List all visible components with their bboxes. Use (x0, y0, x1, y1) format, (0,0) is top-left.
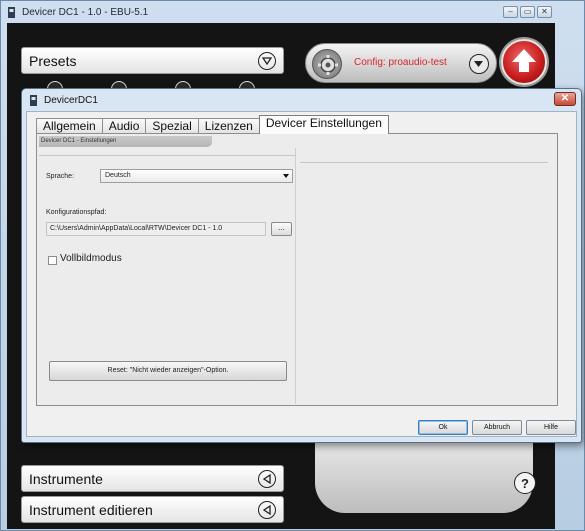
ok-button[interactable]: Ok (418, 420, 468, 435)
settings-dialog: DevicerDC1 ✕ Allgemein Audio Spezial Liz… (21, 88, 582, 443)
config-path-label: Konfigurationspfad: (46, 209, 107, 216)
divider (300, 162, 548, 163)
maximize-button[interactable]: ▭ (520, 6, 535, 18)
device-image (315, 443, 533, 513)
app-icon (30, 94, 37, 106)
reset-dont-show-button[interactable]: Reset: "Nicht wieder anzeigen"-Option. (49, 361, 287, 381)
dialog-titlebar: DevicerDC1 ✕ (22, 89, 581, 111)
browse-button[interactable]: ... (271, 222, 292, 236)
section-header: Devicer DC1 - Einstellungen (39, 136, 212, 147)
language-value: Deutsch (105, 172, 131, 179)
dialog-title: DevicerDC1 (44, 94, 98, 106)
fullscreen-label: Vollbildmodus (60, 253, 122, 264)
tab-devicer-einstellungen[interactable]: Devicer Einstellungen (258, 115, 389, 134)
chevron-left-icon[interactable] (258, 501, 276, 519)
instrumente-bar[interactable]: Instrumente (21, 465, 284, 492)
dialog-body: Allgemein Audio Spezial Lizenzen Devicer… (26, 111, 577, 437)
divider (39, 155, 295, 156)
tab-allgemein[interactable]: Allgemein (36, 118, 103, 134)
arrow-up-icon (512, 49, 536, 72)
instrumente-label: Instrumente (29, 470, 103, 487)
minimize-button[interactable]: – (503, 6, 518, 18)
language-label: Sprache: (46, 173, 75, 180)
presets-label: Presets (29, 52, 77, 69)
tab-bar: Allgemein Audio Spezial Lizenzen Devicer… (36, 115, 389, 134)
window-controls: – ▭ ✕ (503, 6, 552, 18)
help-dialog-button[interactable]: Hilfe (526, 420, 576, 435)
dialog-close-button[interactable]: ✕ (554, 92, 576, 106)
config-path-field[interactable]: C:\Users\Admin\AppData\Local\RTW\Devicer… (46, 222, 266, 236)
chevron-down-icon (283, 174, 289, 178)
main-titlebar: Devicer DC1 - 1.0 - EBU-5.1 – ▭ ✕ (1, 1, 584, 23)
fullscreen-checkbox[interactable] (48, 256, 57, 265)
tab-lizenzen[interactable]: Lizenzen (197, 118, 260, 134)
app-icon (8, 6, 15, 18)
chevron-left-icon[interactable] (258, 470, 276, 488)
tab-spezial[interactable]: Spezial (145, 118, 199, 134)
upload-button[interactable] (501, 39, 547, 85)
help-button[interactable]: ? (514, 472, 536, 494)
language-select[interactable]: Deutsch (100, 169, 293, 183)
config-dropdown-icon[interactable] (469, 54, 489, 74)
chevron-down-icon[interactable] (258, 52, 276, 70)
instrument-edit-label: Instrument editieren (29, 501, 153, 518)
config-selector[interactable]: Config: proaudio-test (305, 43, 497, 83)
config-label: Config: proaudio-test (354, 57, 447, 68)
config-area: Config: proaudio-test (305, 39, 547, 87)
close-button[interactable]: ✕ (537, 6, 552, 18)
main-window-title: Devicer DC1 - 1.0 - EBU-5.1 (22, 6, 149, 18)
tab-panel: Devicer DC1 - Einstellungen Sprache: Deu… (36, 133, 558, 406)
gear-icon[interactable] (312, 49, 342, 79)
instrument-edit-bar[interactable]: Instrument editieren (21, 496, 284, 523)
tab-audio[interactable]: Audio (101, 118, 147, 134)
presets-bar[interactable]: Presets (21, 47, 284, 74)
settings-left-pane: Sprache: Deutsch Konfigurationspfad: C:\… (39, 148, 296, 404)
cancel-button[interactable]: Abbruch (472, 420, 522, 435)
settings-right-pane (300, 148, 556, 404)
